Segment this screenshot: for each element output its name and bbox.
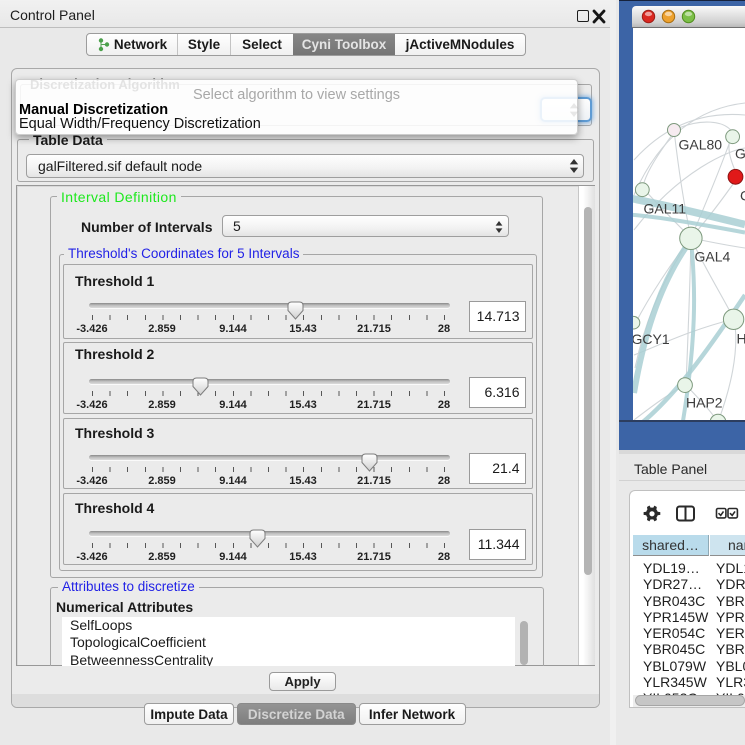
svg-text:GAL11: GAL11 (644, 201, 687, 217)
svg-text:GAL4: GAL4 (695, 249, 731, 265)
svg-text:GAL80: GAL80 (679, 137, 723, 153)
svg-text:H: H (737, 331, 745, 347)
svg-text:GCY1: GCY1 (633, 331, 670, 347)
svg-text:HAP2: HAP2 (686, 395, 723, 411)
svg-text:G...: G... (735, 146, 745, 162)
svg-text:C: C (740, 188, 745, 204)
